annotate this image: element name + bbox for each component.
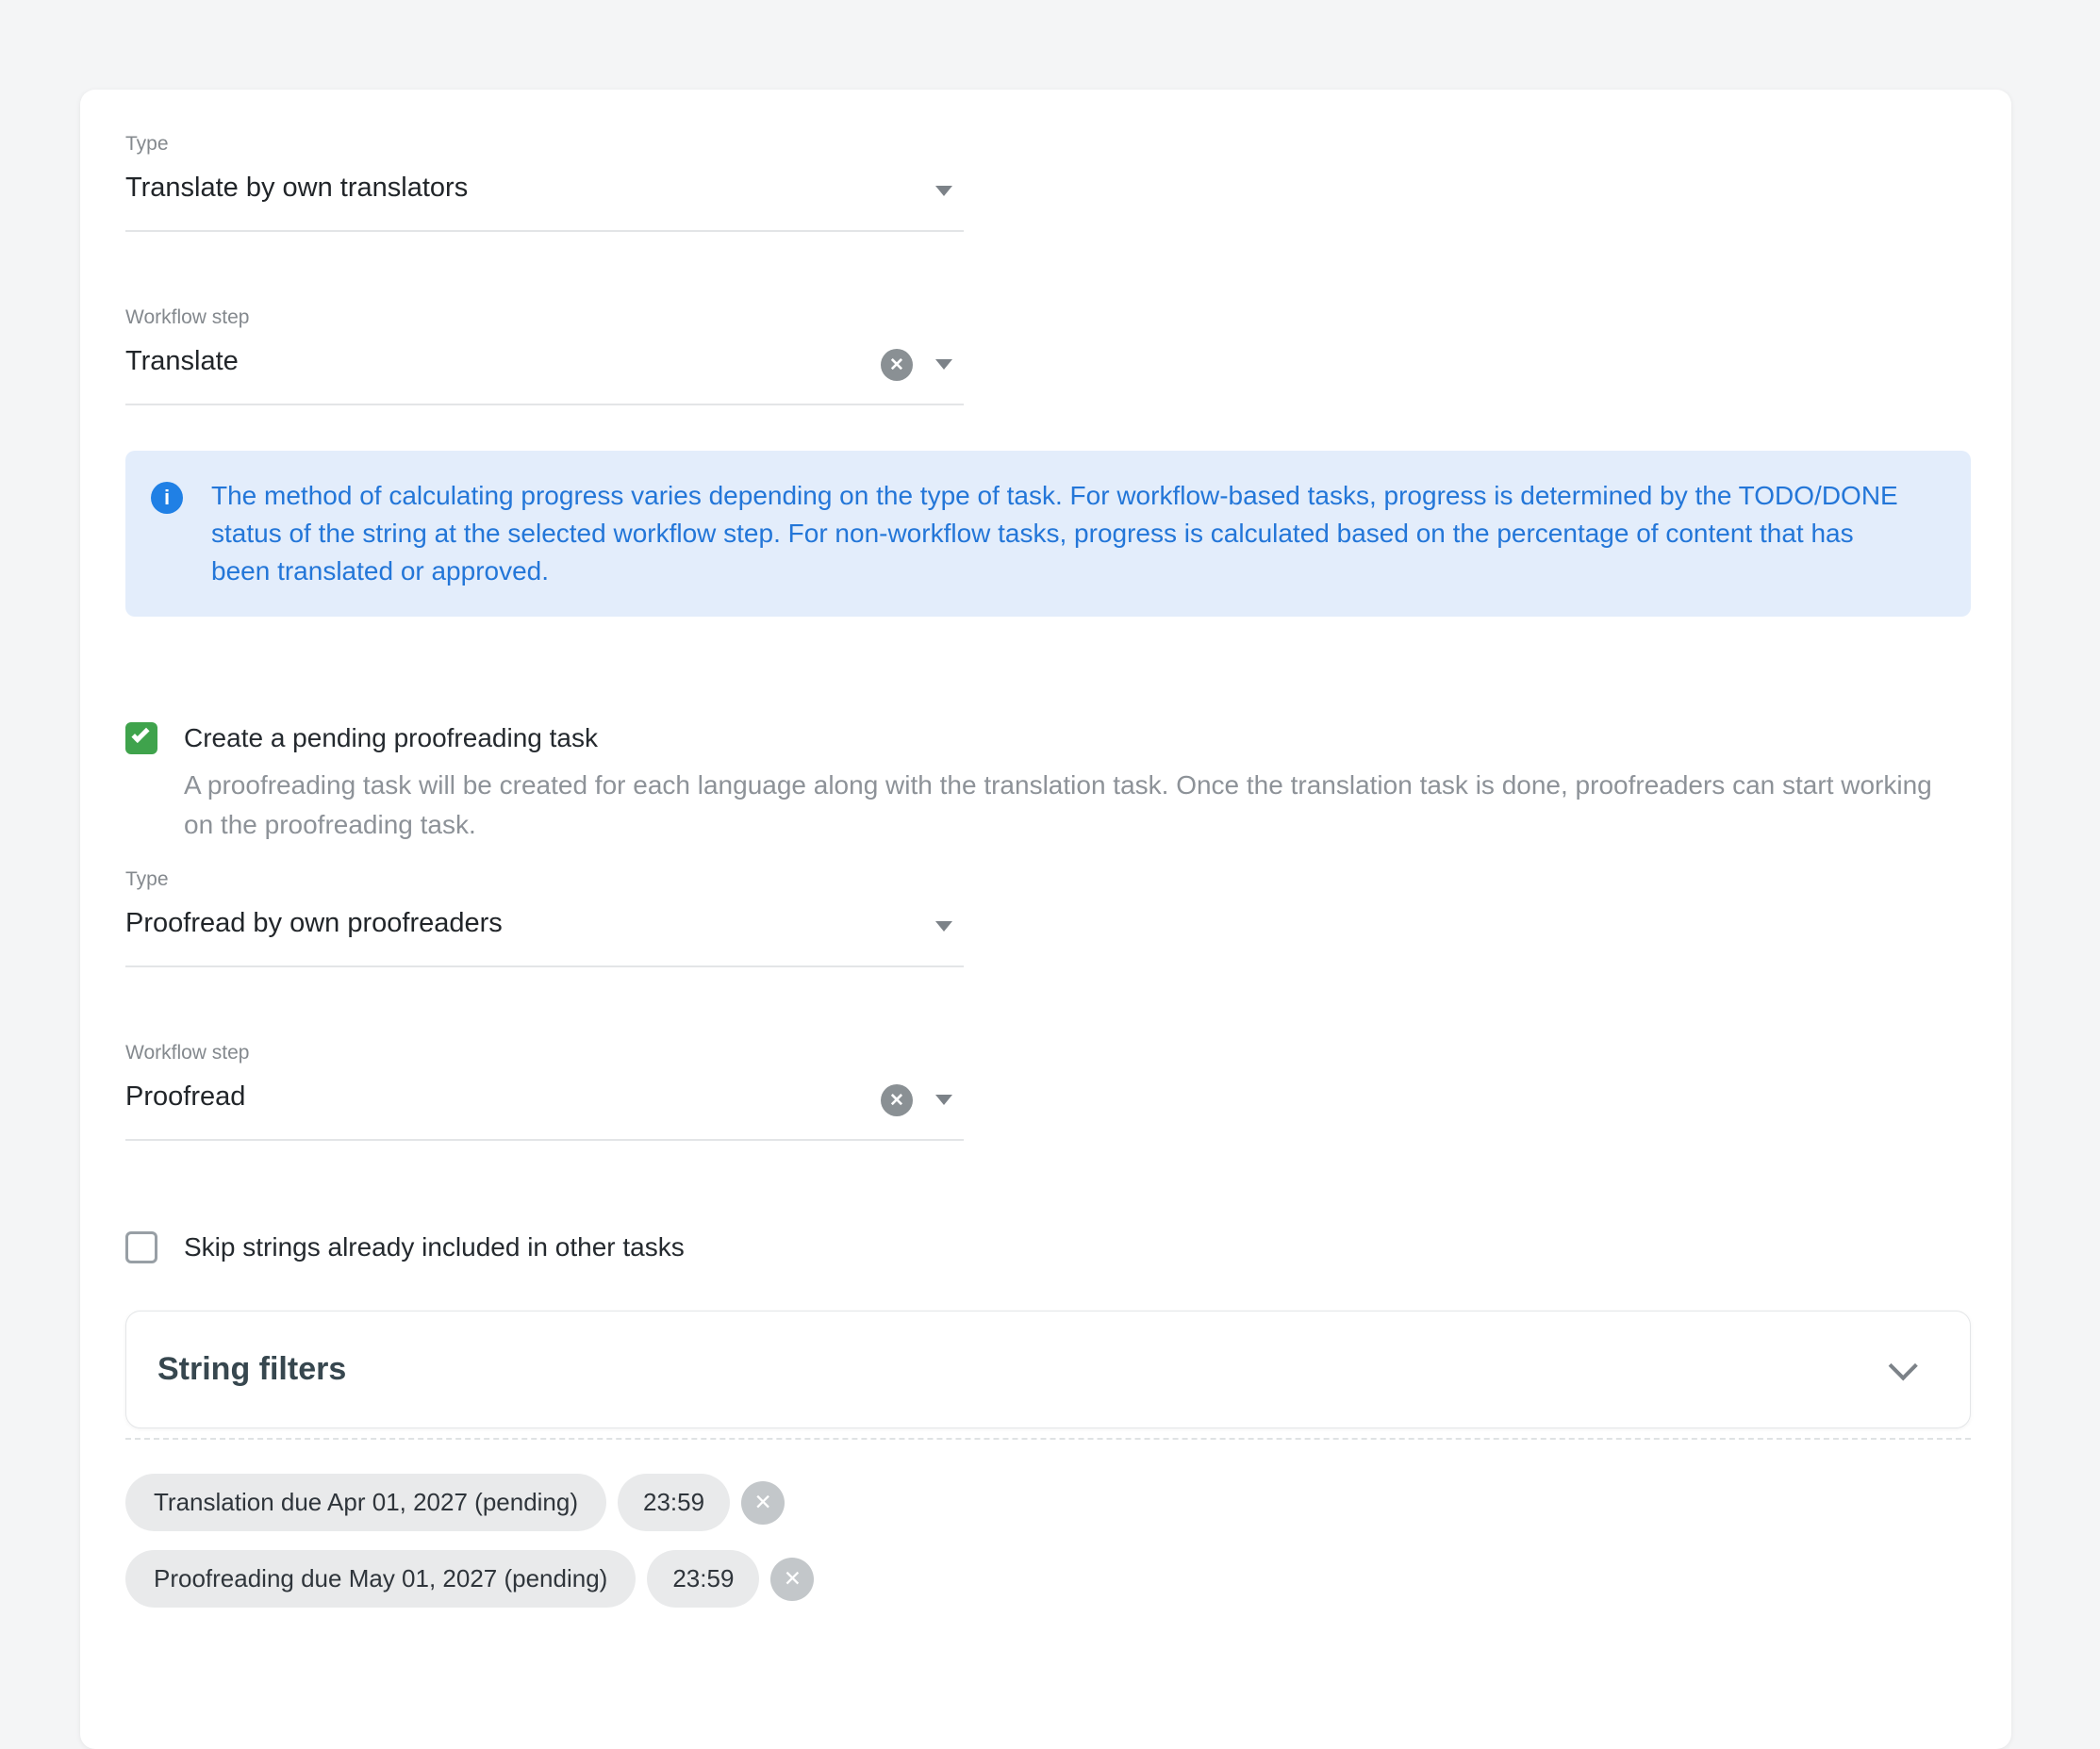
proofread-workflow-step-value: Proofread	[125, 1081, 964, 1113]
caret-down-icon	[935, 359, 952, 370]
deadline-chips: Translation due Apr 01, 2027 (pending) 2…	[125, 1474, 1971, 1608]
checkmark-icon	[131, 725, 149, 743]
create-proofreading-task-description: A proofreading task will be created for …	[184, 766, 1957, 845]
translation-workflow-step-select[interactable]: Workflow step Translate ✕	[125, 305, 964, 405]
create-proofreading-task-checkbox[interactable]	[125, 722, 157, 754]
translation-deadline-time-chip[interactable]: 23:59	[618, 1474, 730, 1531]
create-proofreading-task-label: Create a pending proofreading task	[184, 723, 598, 753]
remove-proofreading-deadline-button[interactable]: ✕	[770, 1558, 814, 1601]
proofread-workflow-step-label: Workflow step	[125, 1041, 964, 1065]
string-filters-title: String filters	[157, 1351, 346, 1388]
task-form-content: Type Translate by own translators Workfl…	[80, 90, 2011, 1608]
remove-icon: ✕	[753, 1490, 771, 1515]
caret-down-icon	[935, 921, 952, 932]
proofreading-deadline-time-chip[interactable]: 23:59	[647, 1550, 759, 1608]
proofreading-deadline-row: Proofreading due May 01, 2027 (pending) …	[125, 1550, 1971, 1608]
create-proofreading-task-row: Create a pending proofreading task	[125, 722, 1971, 754]
remove-icon: ✕	[784, 1566, 802, 1592]
translation-type-select[interactable]: Type Translate by own translators	[125, 132, 964, 232]
caret-down-icon	[935, 186, 952, 196]
info-icon: i	[151, 482, 183, 514]
translation-deadline-chip[interactable]: Translation due Apr 01, 2027 (pending)	[125, 1474, 606, 1531]
clear-icon: ✕	[889, 1090, 904, 1112]
skip-strings-label: Skip strings already included in other t…	[184, 1232, 685, 1262]
progress-info-text: The method of calculating progress varie…	[211, 477, 1899, 590]
skip-strings-checkbox[interactable]	[125, 1231, 157, 1263]
clear-workflow-step-button[interactable]: ✕	[881, 349, 913, 381]
translation-deadline-row: Translation due Apr 01, 2027 (pending) 2…	[125, 1474, 1971, 1531]
proofread-type-value: Proofread by own proofreaders	[125, 907, 964, 939]
translation-workflow-step-value: Translate	[125, 345, 964, 377]
proofread-workflow-step-select[interactable]: Workflow step Proofread ✕	[125, 1041, 964, 1141]
proofreading-deadline-chip[interactable]: Proofreading due May 01, 2027 (pending)	[125, 1550, 636, 1608]
task-form-card: Type Translate by own translators Workfl…	[80, 90, 2011, 1749]
caret-down-icon	[935, 1095, 952, 1105]
translation-type-value: Translate by own translators	[125, 172, 964, 204]
string-filters-panel[interactable]: String filters	[125, 1311, 1971, 1428]
skip-strings-row: Skip strings already included in other t…	[125, 1231, 1971, 1263]
remove-translation-deadline-button[interactable]: ✕	[741, 1481, 785, 1525]
clear-icon: ✕	[889, 355, 904, 376]
info-icon-glyph: i	[164, 486, 170, 510]
translation-type-label: Type	[125, 132, 964, 157]
proofread-type-select[interactable]: Type Proofread by own proofreaders	[125, 867, 964, 967]
section-divider	[125, 1438, 1971, 1440]
progress-info-banner: i The method of calculating progress var…	[125, 451, 1971, 617]
clear-proofread-workflow-step-button[interactable]: ✕	[881, 1084, 913, 1116]
translation-workflow-step-label: Workflow step	[125, 305, 964, 330]
proofread-type-label: Type	[125, 867, 964, 892]
chevron-down-icon	[1889, 1351, 1918, 1380]
